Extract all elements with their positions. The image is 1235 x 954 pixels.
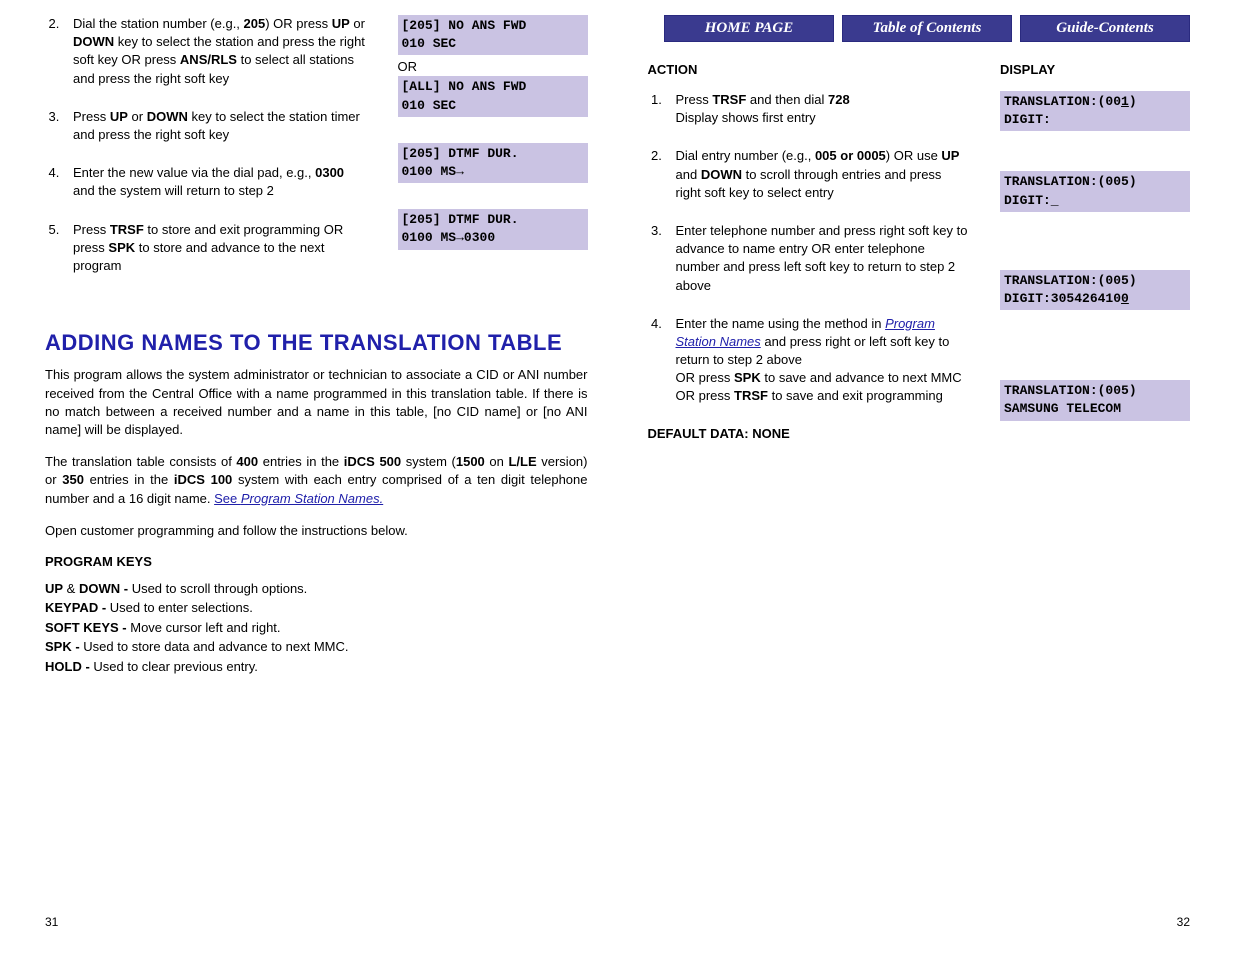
step-5: Press TRSF to store and exit programming… <box>63 221 368 276</box>
or-text: OR <box>398 59 588 74</box>
action-step-3: Enter telephone number and press right s… <box>666 222 971 295</box>
action-header: ACTION <box>648 62 971 77</box>
action-step-4: Enter the name using the method in Progr… <box>666 315 971 406</box>
open-instructions: Open customer programming and follow the… <box>45 522 588 540</box>
display-box: [205] DTMF DUR. 0100 MS→0300 <box>398 209 588 249</box>
display-box: [ALL] NO ANS FWD 010 SEC <box>398 76 588 116</box>
program-station-names-link[interactable]: Program Station Names. <box>241 491 383 506</box>
display-box: [205] NO ANS FWD 010 SEC <box>398 15 588 55</box>
display-box: TRANSLATION:(001) DIGIT: <box>1000 91 1190 131</box>
section-title: ADDING NAMES TO THE TRANSLATION TABLE <box>45 330 588 356</box>
nav-tabs: HOME PAGE Table of Contents Guide-Conten… <box>648 15 1191 42</box>
right-display-column: DISPLAY TRANSLATION:(001) DIGIT: TRANSLA… <box>1000 62 1190 461</box>
display-box: TRANSLATION:(005) DIGIT:3054264100 <box>1000 270 1190 310</box>
default-data: DEFAULT DATA: NONE <box>648 426 971 441</box>
display-header: DISPLAY <box>1000 62 1190 77</box>
left-steps-column: Dial the station number (e.g., 205) OR p… <box>45 15 368 295</box>
step-3: Press UP or DOWN key to select the stati… <box>63 108 368 144</box>
display-box: [205] DTMF DUR. 0100 MS→ <box>398 143 588 183</box>
guide-contents-tab[interactable]: Guide-Contents <box>1020 15 1190 42</box>
page-right: HOME PAGE Table of Contents Guide-Conten… <box>618 0 1235 954</box>
page-left: Dial the station number (e.g., 205) OR p… <box>0 0 618 954</box>
page-number: 31 <box>45 915 58 929</box>
step-4: Enter the new value via the dial pad, e.… <box>63 164 368 200</box>
intro-paragraph: This program allows the system administr… <box>45 366 588 439</box>
home-page-tab[interactable]: HOME PAGE <box>664 15 834 42</box>
page-number: 32 <box>1177 915 1190 929</box>
left-display-column: [205] NO ANS FWD 010 SEC OR [ALL] NO ANS… <box>398 15 588 295</box>
action-step-2: Dial entry number (e.g., 005 or 0005) OR… <box>666 147 971 202</box>
action-step-1: Press TRSF and then dial 728 Display sho… <box>666 91 971 127</box>
program-keys-list: UP & DOWN - Used to scroll through optio… <box>45 579 588 677</box>
display-box: TRANSLATION:(005) DIGIT:_ <box>1000 171 1190 211</box>
table-of-contents-tab[interactable]: Table of Contents <box>842 15 1012 42</box>
table-paragraph: The translation table consists of 400 en… <box>45 453 588 508</box>
right-action-column: ACTION Press TRSF and then dial 728 Disp… <box>648 62 971 461</box>
step-2: Dial the station number (e.g., 205) OR p… <box>63 15 368 88</box>
program-keys-heading: PROGRAM KEYS <box>45 554 588 569</box>
display-box: TRANSLATION:(005) SAMSUNG TELECOM <box>1000 380 1190 420</box>
